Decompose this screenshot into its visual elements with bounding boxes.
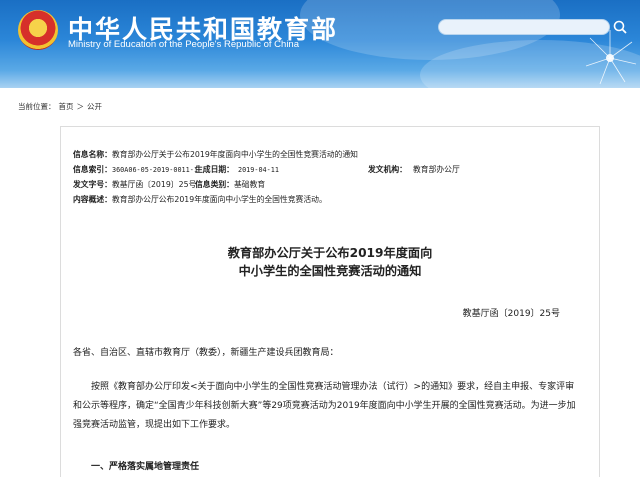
national-emblem-icon[interactable] xyxy=(18,10,58,50)
info-docno-label: 发文字号： xyxy=(73,180,112,189)
section-heading: 一、严格落实属地管理责任 xyxy=(91,462,200,472)
breadcrumb-separator: ＞ xyxy=(76,102,85,111)
document-title-line1: 教育部办公厅关于公布2019年度面向 xyxy=(227,246,433,260)
info-docno-value: 教基厅函〔2019〕25号 xyxy=(111,180,197,189)
dandelion-decoration-icon xyxy=(585,30,637,85)
breadcrumb: 当前位置： 首页＞公开 xyxy=(18,101,105,112)
breadcrumb-home-link[interactable]: 首页 xyxy=(59,102,74,111)
info-summary-value: 教育部办公厅公布2019年度面向中小学生的全国性竞赛活动。 xyxy=(111,195,327,204)
info-org-value: 教育部办公厅 xyxy=(412,165,460,174)
info-index-label: 信息索引： xyxy=(73,165,112,174)
info-name-label: 信息名称： xyxy=(73,150,112,159)
document-addressee: 各省、自治区、直辖市教育厅（教委），新疆生产建设兵团教育局： xyxy=(73,348,339,358)
info-summary-label: 内容概述： xyxy=(73,195,112,204)
info-date-label: 生成日期： xyxy=(195,165,234,174)
document-number: 教基厅函〔2019〕25号 xyxy=(462,309,560,319)
info-date-value: 2019-04-11 xyxy=(237,166,279,174)
breadcrumb-label: 当前位置： xyxy=(18,102,56,111)
info-category-value: 基础教育 xyxy=(233,180,266,189)
info-org-label: 发文机构： xyxy=(368,165,407,174)
breadcrumb-current-link[interactable]: 公开 xyxy=(87,102,102,111)
site-header: 中华人民共和国教育部 Ministry of Education of the … xyxy=(0,0,640,88)
document-title-line2: 中小学生的全国性竞赛活动的通知 xyxy=(238,264,422,278)
info-name-value: 教育部办公厅关于公布2019年度面向中小学生的全国性竞赛活动的通知 xyxy=(111,150,358,159)
document-paragraph: 按照《教育部办公厅印发<关于面向中小学生的全国性竞赛活动管理办法（试行）>的通知… xyxy=(73,382,576,430)
info-category-label: 信息类别： xyxy=(195,180,234,189)
info-index-value: 360A06-05-2019-0011-1 xyxy=(111,166,198,174)
site-subtitle: Ministry of Education of the People's Re… xyxy=(68,39,299,50)
